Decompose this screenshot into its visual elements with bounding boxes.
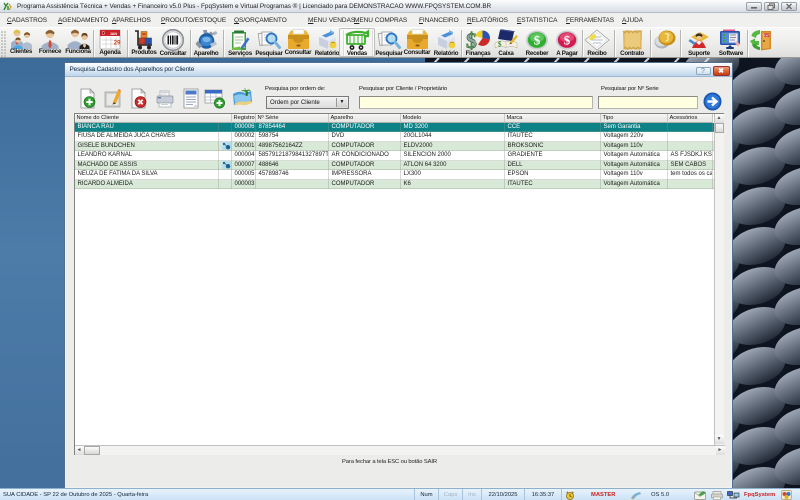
svg-text:$: $	[498, 41, 502, 49]
svg-text:EXIT: EXIT	[763, 33, 770, 37]
svg-text:JAN: JAN	[110, 32, 118, 36]
svg-text:$: $	[564, 33, 571, 48]
svg-text:29: 29	[114, 41, 121, 47]
svg-text:$: $	[534, 33, 541, 48]
